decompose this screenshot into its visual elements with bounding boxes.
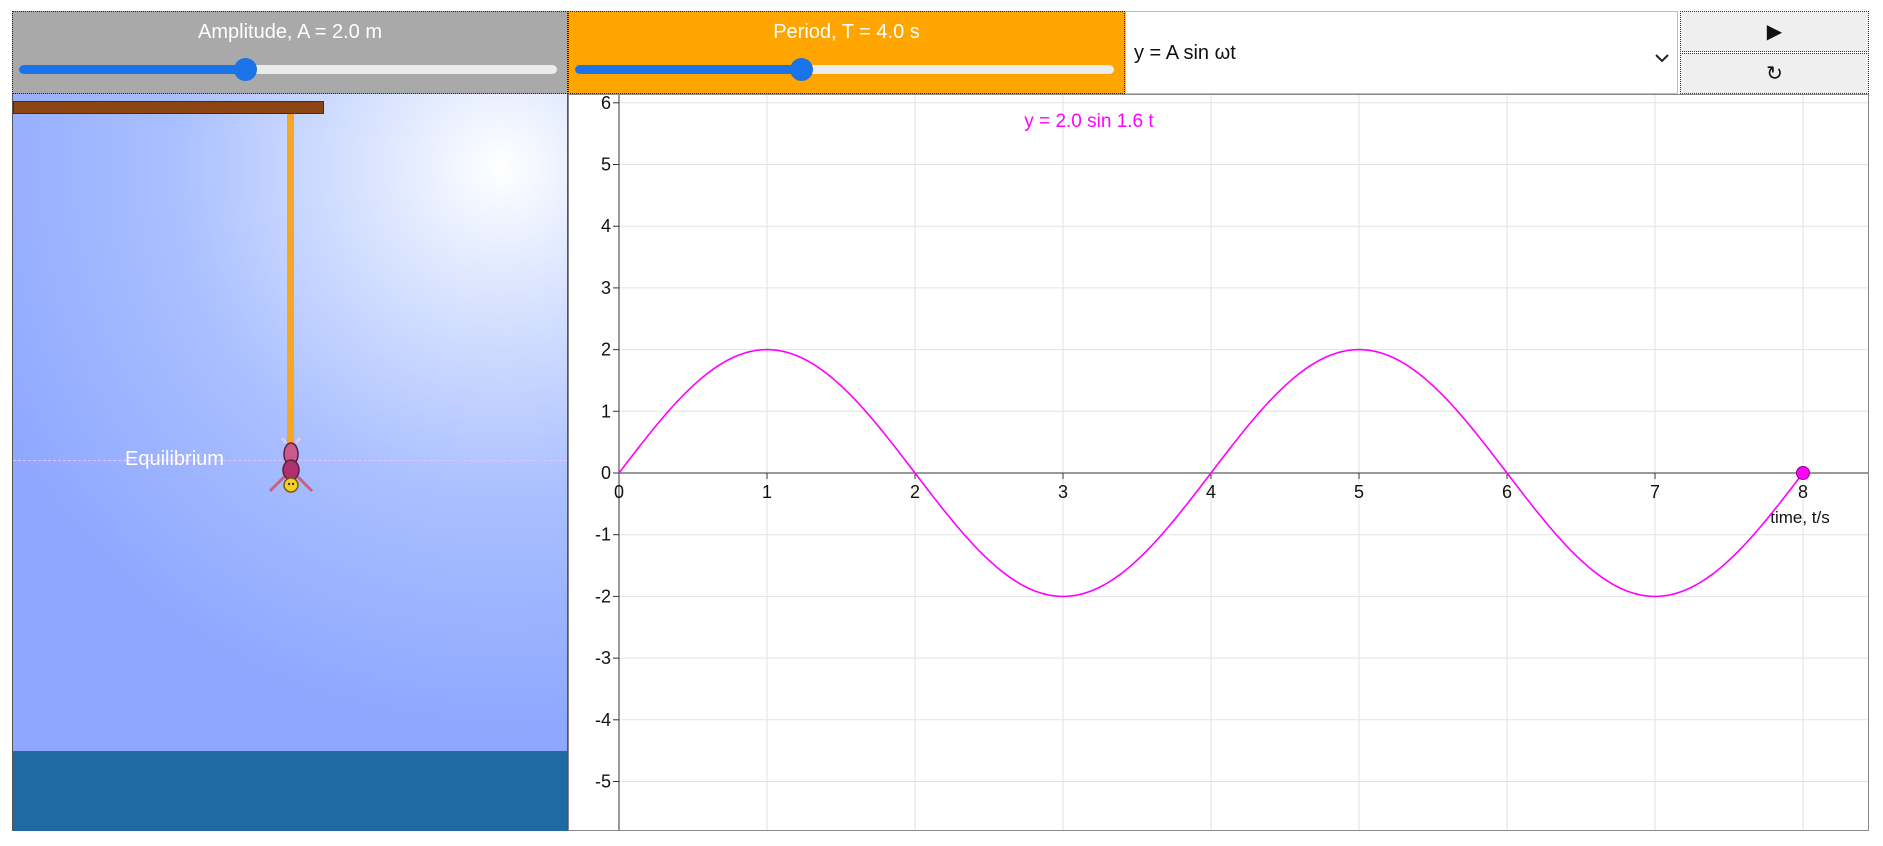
x-tick-label: 4	[1206, 482, 1216, 502]
x-tick-label: 7	[1650, 482, 1660, 502]
amplitude-slider-thumb[interactable]	[233, 58, 257, 81]
y-tick-label: 2	[601, 340, 611, 360]
equation-annotation: y = 2.0 sin 1.6 t	[1024, 111, 1154, 132]
play-button[interactable]: ▶	[1680, 11, 1869, 52]
x-tick-label: 8	[1798, 482, 1808, 502]
period-slider[interactable]	[575, 58, 1114, 81]
y-tick-label: -4	[595, 710, 611, 730]
x-axis-label: time, t/s	[1770, 508, 1830, 527]
chevron-down-icon	[1655, 50, 1669, 68]
period-slider-thumb[interactable]	[790, 58, 814, 81]
reset-icon: ↻	[1766, 63, 1783, 85]
y-tick-label: 0	[601, 463, 611, 483]
y-tick-label: 6	[601, 95, 611, 113]
y-tick-label: -1	[595, 525, 611, 545]
x-tick-label: 5	[1354, 482, 1364, 502]
water-surface	[13, 751, 567, 831]
x-tick-label: 1	[762, 482, 772, 502]
x-tick-label: 2	[910, 482, 920, 502]
x-tick-label: 6	[1502, 482, 1512, 502]
play-icon: ▶	[1766, 21, 1783, 43]
bungee-rope	[287, 114, 294, 464]
amplitude-control: Amplitude, A = 2.0 m	[12, 11, 568, 94]
y-tick-label: 3	[601, 278, 611, 298]
period-control: Period, T = 4.0 s	[568, 11, 1125, 94]
equation-select-value: y = A sin ωt	[1134, 42, 1236, 64]
y-tick-label: 5	[601, 155, 611, 175]
reset-button[interactable]: ↻	[1680, 53, 1869, 94]
displacement-time-graph: -6-5-4-3-2-10123456012345678time, t/sy =…	[568, 94, 1869, 831]
bungee-shm-simulation: Amplitude, A = 2.0 m Period, T = 4.0 s y…	[12, 11, 1869, 831]
bungee-jumper-figure	[268, 437, 314, 493]
amplitude-label: Amplitude, A = 2.0 m	[198, 21, 382, 43]
y-tick-label: -2	[595, 586, 611, 606]
equation-select[interactable]: y = A sin ωt	[1125, 11, 1678, 94]
bungee-scene: Equilibrium	[12, 94, 568, 831]
y-tick-label: -5	[595, 772, 611, 792]
y-tick-label: 4	[601, 216, 611, 236]
x-tick-label: 3	[1058, 482, 1068, 502]
y-tick-label: 1	[601, 401, 611, 421]
chart-svg: -6-5-4-3-2-10123456012345678time, t/sy =…	[595, 95, 1868, 830]
jump-platform	[13, 101, 324, 114]
period-label: Period, T = 4.0 s	[773, 21, 920, 43]
y-tick-label: -3	[595, 648, 611, 668]
amplitude-slider-fill	[19, 65, 245, 74]
amplitude-slider[interactable]	[19, 58, 557, 81]
equilibrium-label: Equilibrium	[125, 448, 224, 470]
period-slider-fill	[575, 65, 802, 74]
x-tick-label: 0	[614, 482, 624, 502]
current-position-marker	[1796, 466, 1810, 480]
